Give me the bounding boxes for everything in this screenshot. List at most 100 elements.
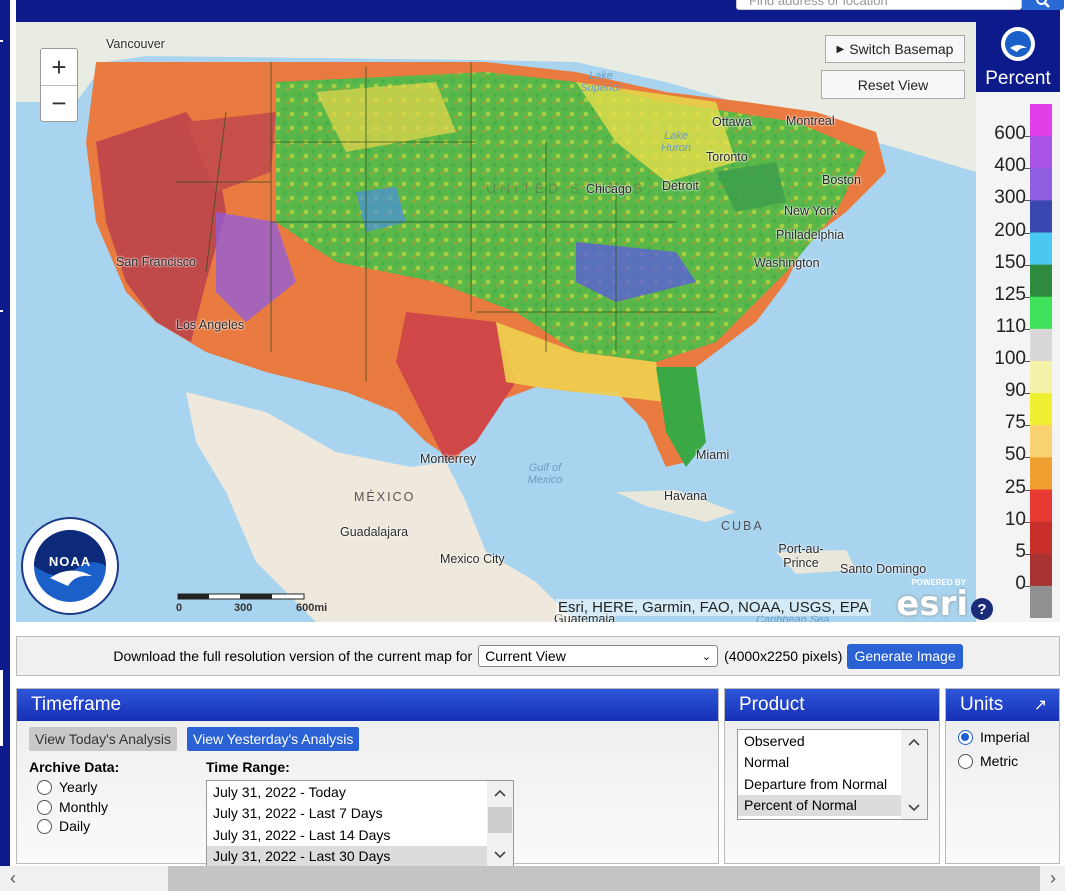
- view-yesterday-button[interactable]: View Yesterday's Analysis: [187, 727, 360, 751]
- product-list[interactable]: Observed Normal Departure from Normal Pe…: [737, 729, 928, 820]
- edge-mark: [0, 670, 3, 746]
- city-label: New York: [784, 204, 837, 218]
- view-today-button[interactable]: View Today's Analysis: [29, 727, 178, 751]
- legend-label: 100: [994, 348, 1026, 369]
- legend-tick: [1024, 361, 1030, 362]
- radio-icon: [37, 818, 52, 834]
- chevron-down-icon[interactable]: [487, 845, 513, 865]
- legend-swatch: [1030, 457, 1052, 490]
- list-item[interactable]: July 31, 2022 - Last 7 Days: [207, 803, 513, 825]
- scale-label: 0: [176, 602, 183, 614]
- list-item[interactable]: Observed: [738, 730, 927, 752]
- legend: Percent 600 400 300 200 150 125 110 100 90 75 50 25…: [976, 22, 1060, 622]
- download-view-select[interactable]: Current View ⌄: [478, 645, 719, 667]
- units-metric-radio[interactable]: Metric: [958, 753, 1018, 769]
- search-input[interactable]: Find address or location: [736, 0, 1022, 10]
- list-scroll-thumb[interactable]: [488, 807, 512, 833]
- legend-label: 125: [994, 283, 1026, 305]
- list-item[interactable]: Normal: [738, 752, 927, 774]
- timeframe-panel: Timeframe View Today's Analysis View Yes…: [16, 688, 719, 868]
- legend-label: 90: [1004, 380, 1026, 402]
- legend-swatch: [1030, 393, 1052, 426]
- legend-tick: [1024, 264, 1030, 266]
- list-item[interactable]: Percent of Normal: [738, 794, 927, 816]
- noaa-logo-text: NOAA: [48, 554, 92, 569]
- legend-swatch: [1030, 361, 1052, 394]
- legend-title: Percent: [985, 68, 1051, 89]
- list-item[interactable]: July 31, 2022 - Last 30 Days: [207, 845, 513, 867]
- legend-label: 200: [994, 219, 1026, 241]
- list-item[interactable]: Departure from Normal: [738, 773, 927, 795]
- top-banner: Find address or location: [16, 0, 1064, 22]
- timeframe-title: Timeframe: [17, 689, 718, 721]
- archive-monthly-radio[interactable]: Monthly: [37, 799, 108, 815]
- legend-label: 5: [1015, 540, 1026, 562]
- download-select-value: Current View: [485, 648, 566, 664]
- city-label: Los Angeles: [176, 318, 245, 332]
- caret-right-icon: ▶: [836, 43, 845, 55]
- chevron-down-icon[interactable]: [901, 798, 927, 818]
- legend-label: 150: [994, 251, 1026, 273]
- scroll-right-icon[interactable]: ›: [1042, 866, 1064, 891]
- archive-yearly-radio[interactable]: Yearly: [37, 779, 97, 795]
- time-range-list[interactable]: July 31, 2022 - Today July 31, 2022 - La…: [206, 780, 514, 868]
- esri-name: esri: [896, 584, 968, 622]
- legend-tick: [1024, 136, 1030, 138]
- list-scrollbar[interactable]: [901, 730, 927, 819]
- archive-label: Archive Data:: [29, 759, 120, 775]
- legend-swatch: [1030, 232, 1052, 266]
- city-label: Montreal: [786, 114, 835, 128]
- radio-icon: [958, 729, 973, 745]
- help-icon[interactable]: ?: [971, 598, 993, 620]
- chevron-up-icon[interactable]: [487, 783, 513, 803]
- water-label: Gulf of Mexico: [527, 462, 563, 486]
- zoom-control: + −: [40, 48, 78, 122]
- legend-tick: [1024, 425, 1030, 427]
- legend-tick: [1024, 457, 1030, 459]
- list-item[interactable]: July 31, 2022 - Last 14 Days: [207, 824, 513, 846]
- generate-image-button[interactable]: Generate Image: [847, 643, 963, 669]
- chevron-down-icon: ⌄: [701, 650, 712, 663]
- download-prefix: Download the full resolution version of …: [113, 648, 473, 664]
- legend-swatch: [1030, 328, 1052, 362]
- radio-label: Yearly: [59, 779, 98, 795]
- zoom-in-button[interactable]: +: [41, 49, 77, 85]
- list-item[interactable]: July 31, 2022 - Today: [207, 781, 513, 803]
- legend-tick: [1024, 328, 1030, 330]
- legend-label: 400: [994, 155, 1026, 177]
- search-button[interactable]: [1022, 0, 1064, 10]
- archive-daily-radio[interactable]: Daily: [37, 818, 90, 834]
- legend-header: Percent: [976, 22, 1060, 92]
- legend-label: 25: [1004, 476, 1026, 498]
- chevron-up-icon[interactable]: [901, 732, 927, 752]
- city-label: Port-au-Prince: [778, 542, 824, 570]
- scale-label: 600mi: [296, 602, 328, 614]
- city-label: Vancouver: [106, 37, 165, 51]
- horizontal-scroll-thumb[interactable]: [168, 866, 1040, 891]
- legend-swatch: [1030, 168, 1052, 201]
- country-label: UNITED STATES: [486, 180, 647, 196]
- scale-label: 300: [234, 602, 253, 614]
- country-label: MÉXICO: [354, 490, 416, 504]
- horizontal-scrollbar[interactable]: ‹ ›: [0, 866, 1065, 891]
- legend-label: 110: [995, 315, 1026, 337]
- switch-basemap-button[interactable]: ▶ Switch Basemap: [825, 35, 965, 63]
- units-imperial-radio[interactable]: Imperial: [958, 729, 1030, 745]
- city-label: Philadelphia: [776, 228, 845, 242]
- left-edge-strip: [0, 0, 10, 870]
- legend-tick: [1024, 393, 1030, 395]
- edge-mark: [0, 40, 3, 42]
- map-canvas: [16, 22, 976, 622]
- reset-view-button[interactable]: Reset View: [821, 70, 965, 99]
- expand-arrow-icon[interactable]: ↗: [1034, 695, 1047, 715]
- scroll-left-icon[interactable]: ‹: [2, 866, 24, 891]
- precipitation-map[interactable]: + − ▶ Switch Basemap Reset View Vancouve…: [16, 22, 976, 622]
- zoom-out-button[interactable]: −: [41, 85, 77, 121]
- legend-tick: [1024, 489, 1030, 491]
- legend-label: 10: [1004, 508, 1026, 530]
- radio-icon: [958, 753, 973, 769]
- legend-tick: [1024, 232, 1030, 234]
- list-scrollbar[interactable]: [487, 781, 513, 867]
- radio-label: Monthly: [59, 799, 109, 815]
- edge-mark: [0, 310, 3, 312]
